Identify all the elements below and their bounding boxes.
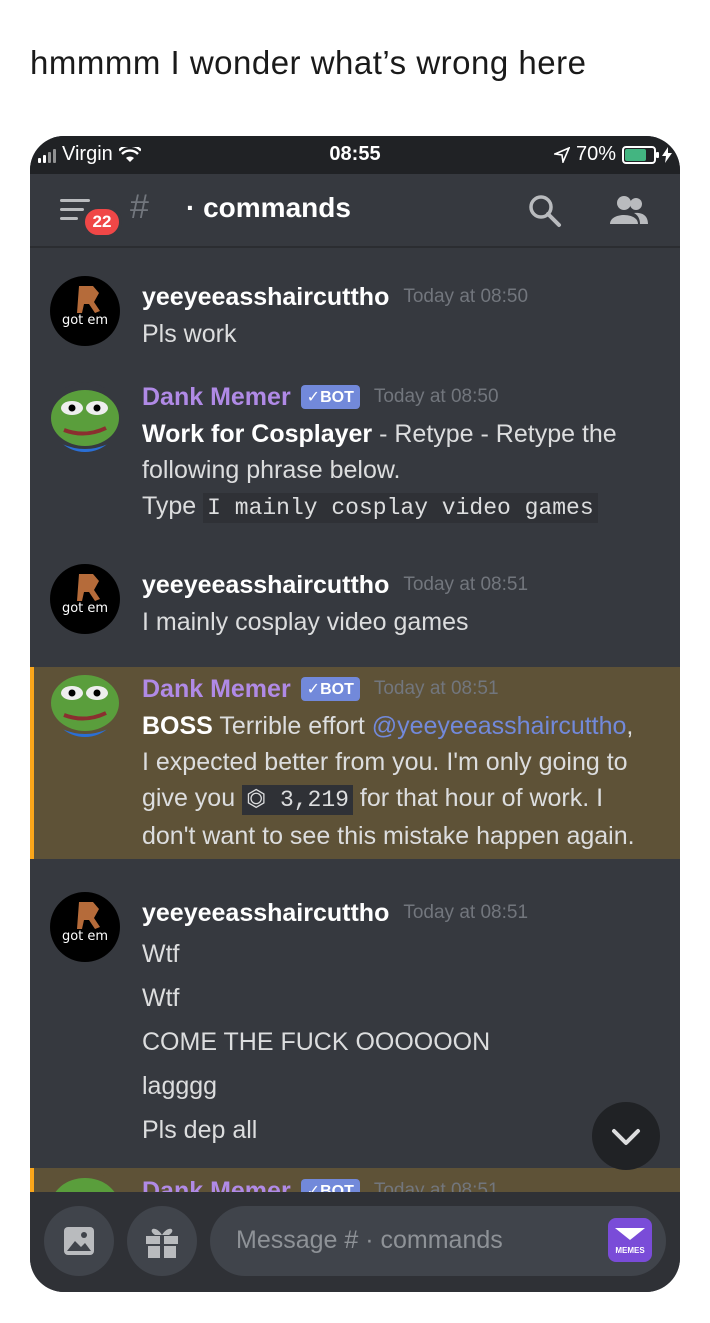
message: Dank Memer ✓BOT Today at 08:50 Work for … — [30, 376, 680, 536]
pepe-frog-icon — [55, 1178, 115, 1192]
text-part: , — [626, 712, 634, 740]
jump-to-bottom-button[interactable] — [592, 1102, 660, 1170]
message-text: COME THE FUCK OOOOOON — [142, 1028, 491, 1056]
channel-name: · commands — [186, 192, 351, 223]
timestamp: Today at 08:51 — [403, 902, 529, 923]
gotem-hand-icon — [77, 574, 100, 601]
job-desc: - Retype - Retype the — [372, 420, 617, 448]
gift-button[interactable] — [127, 1206, 197, 1276]
code-phrase: I mainly cosplay video games — [203, 493, 598, 523]
message: got em yeeyeeasshaircuttho Today at 08:5… — [30, 268, 680, 358]
username[interactable]: yeeyeeasshaircuttho — [142, 571, 389, 600]
timestamp: Today at 08:51 — [403, 574, 529, 595]
location-icon — [553, 146, 570, 163]
gotem-hand-icon — [77, 902, 100, 929]
timestamp: Today at 08:50 — [373, 386, 499, 407]
message-body: Dank Memer ✓BOT Today at 08:50 Work for … — [142, 378, 660, 526]
message-text: Type I mainly cosplay video games — [142, 488, 660, 526]
message-text: don't want to see this mistake happen ag… — [142, 822, 635, 850]
text-part: for that hour of work. I — [352, 784, 604, 812]
battery-percent: 70% — [575, 143, 616, 165]
message-input[interactable]: Message # · commands MEMES — [210, 1206, 666, 1276]
message-text: Wtf — [142, 984, 180, 1012]
discord-screen: Virgin 08:55 70% 22 # · commands got em … — [30, 136, 680, 1292]
text-part: Terrible effort — [212, 712, 372, 740]
chevron-down-icon — [612, 1129, 640, 1145]
bot-badge: ✓BOT — [300, 1179, 360, 1192]
envelope-icon — [615, 1228, 645, 1240]
message-text: Work for Cosplayer - Retype - Retype the — [142, 416, 660, 452]
message-mention-highlight: Dank Memer ✓BOT Today at 08:51 BOSS Terr… — [30, 667, 680, 859]
message-body: yeeyeeasshaircuttho Today at 08:51 I mai… — [142, 566, 660, 640]
message-text: Wtf — [142, 940, 180, 968]
message-body: yeeyeeasshaircuttho Today at 08:51 Wtf W… — [142, 894, 660, 1152]
gotem-hand-icon — [77, 286, 100, 313]
memes-icon[interactable]: MEMES — [608, 1218, 652, 1262]
bot-badge: ✓BOT — [300, 385, 360, 409]
username[interactable]: yeeyeeasshaircuttho — [142, 283, 389, 312]
message-text: BOSS Terrible effort @yeeyeeasshaircutth… — [142, 708, 660, 744]
message-composer: Message # · commands MEMES — [30, 1192, 680, 1292]
username[interactable]: yeeyeeasshaircuttho — [142, 899, 389, 928]
message-placeholder: Message # · commands — [236, 1226, 503, 1254]
status-right: 70% — [553, 143, 672, 166]
type-prefix: Type — [142, 492, 204, 520]
gift-icon — [146, 1228, 178, 1258]
message-text: I expected better from you. I'm only goi… — [142, 748, 628, 776]
avatar-text: got em — [61, 313, 109, 328]
message-text: following phrase below. — [142, 456, 401, 484]
message-text: lagggg — [142, 1072, 218, 1100]
message: got em yeeyeeasshaircuttho Today at 08:5… — [30, 884, 680, 1144]
unread-badge: 22 — [82, 206, 122, 238]
timestamp: Today at 08:51 — [373, 1180, 499, 1192]
boss-label: BOSS — [142, 712, 213, 740]
avatar[interactable]: got em — [50, 892, 120, 962]
status-bar: Virgin 08:55 70% — [30, 136, 680, 174]
message-body: Dank Memer ✓BOT Today at 08:51 BOSS Terr… — [142, 670, 660, 854]
avatar[interactable]: got em — [50, 276, 120, 346]
pepe-frog-icon — [51, 390, 119, 452]
avatar[interactable]: got em — [50, 564, 120, 634]
avatar-text: got em — [61, 601, 109, 616]
job-title: Work for Cosplayer — [142, 420, 373, 448]
search-icon[interactable] — [528, 194, 562, 228]
avatar[interactable] — [50, 667, 120, 737]
avatar-text: got em — [61, 929, 109, 944]
channel-header: 22 # · commands — [30, 174, 680, 248]
image-icon — [64, 1227, 94, 1255]
message-list[interactable]: got em yeeyeeasshaircuttho Today at 08:5… — [30, 248, 680, 1192]
username[interactable]: Dank Memer — [142, 383, 291, 412]
members-icon[interactable] — [608, 194, 650, 228]
text-part: give you — [142, 784, 243, 812]
timestamp: Today at 08:51 — [373, 678, 499, 699]
battery-icon — [622, 145, 659, 164]
message-text: Pls work — [142, 320, 237, 348]
charging-icon — [662, 146, 672, 163]
coin-amount: ⏣ 3,219 — [242, 785, 353, 815]
post-caption: hmmmm I wonder what’s wrong here — [30, 44, 587, 81]
upload-image-button[interactable] — [44, 1206, 114, 1276]
username[interactable]: Dank Memer — [142, 675, 291, 704]
memes-label: MEMES — [615, 1246, 645, 1255]
username[interactable]: Dank Memer — [142, 1177, 291, 1193]
message-mention-highlight: Dank Memer ✓BOT Today at 08:51 — [30, 1168, 680, 1192]
avatar[interactable] — [50, 1170, 120, 1192]
message-text: give you ⏣ 3,219 for that hour of work. … — [142, 780, 660, 818]
user-mention[interactable]: @yeeyeeasshaircuttho — [372, 712, 627, 740]
message-body: yeeyeeasshaircuttho Today at 08:50 Pls w… — [142, 278, 660, 352]
message: got em yeeyeeasshaircuttho Today at 08:5… — [30, 556, 680, 656]
timestamp: Today at 08:50 — [403, 286, 529, 307]
avatar[interactable] — [50, 382, 120, 452]
message-body: Dank Memer ✓BOT Today at 08:51 — [142, 1172, 660, 1192]
channel-hash-icon: # — [130, 188, 149, 226]
message-text: I mainly cosplay video games — [142, 608, 469, 636]
message-text: Pls dep all — [142, 1116, 258, 1144]
bot-badge: ✓BOT — [300, 677, 360, 701]
pepe-frog-icon — [51, 675, 119, 737]
